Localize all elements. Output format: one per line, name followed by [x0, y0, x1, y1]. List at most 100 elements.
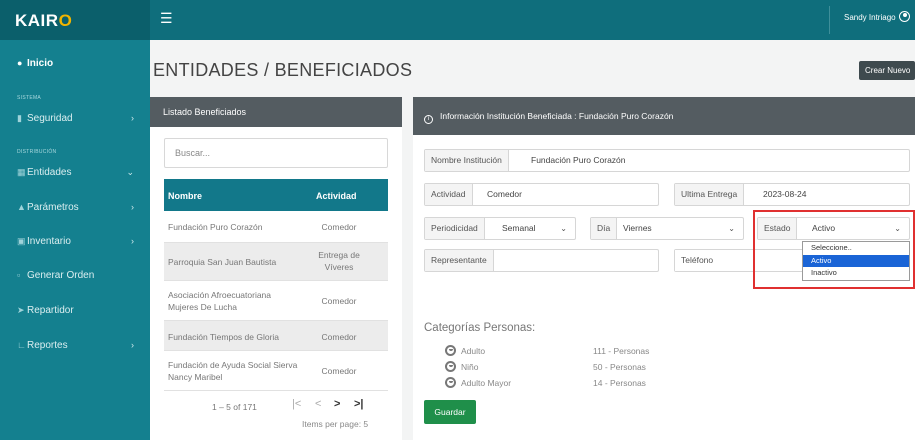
sliders-icon: ▲ — [17, 202, 26, 212]
sidebar-section-distribucion: DISTRIBUCIÓN — [17, 149, 57, 155]
brand-accent: O — [58, 11, 73, 30]
field-value: Comedor — [487, 189, 522, 199]
box-icon: ▣ — [17, 236, 26, 246]
user-name[interactable]: Sandy Intriago — [844, 13, 896, 22]
chevron-right-icon: › — [131, 113, 134, 123]
detail-panel-title: i Información Institución Beneficiada : F… — [413, 97, 915, 135]
detail-title-text: Información Institución Beneficiada : Fu… — [440, 111, 674, 121]
field-label: Teléfono — [675, 250, 720, 271]
sidebar-item-label: Repartidor — [27, 305, 74, 316]
chevron-down-icon: ⌄ — [560, 224, 567, 233]
save-button[interactable]: Guardar — [424, 400, 476, 424]
last-delivery-field[interactable]: Ultima Entrega 2023-08-24 — [674, 183, 910, 206]
sidebar-section-sistema: SISTEMA — [17, 95, 42, 101]
day-select[interactable]: Día Viernes ⌄ — [590, 217, 744, 240]
person-icon — [445, 377, 456, 388]
row-name: Parroquia San Juan Bautista — [168, 257, 277, 267]
page-range: 1 – 5 of 171 — [212, 402, 257, 412]
row-activity: Entrega de Víveres — [318, 250, 360, 272]
chevron-down-icon: ⌄ — [728, 224, 735, 233]
chevron-down-icon: ⌄ — [126, 167, 134, 177]
field-label: Periodicidad — [425, 218, 485, 239]
list-panel-title: Listado Beneficiados — [150, 97, 402, 127]
sidebar-item-parametros[interactable]: ▲Parámetros › — [0, 196, 150, 218]
categories-title: Categorías Personas: — [424, 322, 536, 334]
field-label: Día — [591, 218, 618, 239]
page-title: ENTIDADES / BENEFICIADOS — [153, 60, 413, 80]
table-row[interactable]: Parroquia San Juan Bautista Entrega de V… — [164, 243, 388, 281]
row-activity: Comedor — [321, 222, 357, 232]
category-name: Adulto — [461, 346, 486, 356]
chevron-right-icon: › — [131, 236, 134, 246]
row-activity: Comedor — [321, 366, 357, 376]
sidebar-item-label: Inventario — [27, 236, 71, 247]
representative-field[interactable]: Representante — [424, 249, 659, 272]
sidebar-item-reportes[interactable]: ∟Reportes › — [0, 334, 150, 356]
beneficiaries-list-panel: Listado Beneficiados Buscar... Nombre Ac… — [150, 97, 402, 440]
category-count: 50 - Personas — [593, 362, 646, 372]
status-option-inactivo[interactable]: Inactivo — [803, 267, 909, 279]
sidebar-item-generar-orden[interactable]: ▫ Generar Orden — [0, 264, 150, 286]
category-name: Adulto Mayor — [461, 378, 512, 388]
items-per-page: Items per page: 5 — [302, 419, 369, 429]
sidebar-item-repartidor[interactable]: ➤ Repartidor — [0, 299, 150, 321]
row-name: Fundación Tiempos de Gloria — [168, 332, 280, 342]
table-row[interactable]: Fundación de Ayuda Social Sierva Nancy M… — [164, 351, 388, 391]
sidebar-item-label: Inicio — [27, 58, 54, 69]
hamburger-icon[interactable]: ☰ — [160, 10, 173, 27]
top-bar: KAIRO ☰ Sandy Intriago — [0, 0, 915, 40]
first-page-button[interactable]: |< — [292, 398, 301, 410]
column-header-name[interactable]: Nombre — [168, 191, 202, 201]
sidebar-item-seguridad[interactable]: ▮ Seguridad › — [0, 107, 150, 129]
brand-text: KAIR — [15, 11, 59, 30]
status-option-activo[interactable]: Activo — [803, 255, 909, 267]
person-icon — [445, 345, 456, 356]
table-row[interactable]: Fundación Puro Corazón Comedor — [164, 211, 388, 243]
row-name: Asociación Afroecuatoriana Mujeres De Lu… — [168, 290, 272, 312]
category-count: 14 - Personas — [593, 378, 646, 388]
send-icon: ➤ — [17, 305, 25, 315]
next-page-button[interactable]: > — [334, 398, 340, 410]
institution-name-field[interactable]: Nombre Institución Fundación Puro Corazó… — [424, 149, 910, 172]
cart-icon: ▫ — [17, 270, 21, 280]
sidebar-item-label: Generar Orden — [27, 270, 95, 281]
field-value: Viernes — [623, 223, 652, 233]
row-name: Fundación Puro Corazón — [168, 222, 263, 232]
info-icon: i — [424, 115, 433, 124]
row-activity: Comedor — [321, 332, 357, 342]
field-label: Nombre Institución — [425, 150, 509, 171]
brand-logo[interactable]: KAIRO — [0, 0, 150, 40]
home-icon: ● — [17, 58, 23, 68]
table-row[interactable]: Asociación Afroecuatoriana Mujeres De Lu… — [164, 281, 388, 321]
chart-icon: ∟ — [17, 340, 26, 350]
prev-page-button[interactable]: < — [315, 398, 321, 410]
user-circle-icon[interactable] — [899, 11, 910, 22]
sidebar-item-entidades[interactable]: ▦Entidades ⌄ — [0, 161, 150, 183]
periodicity-select[interactable]: Periodicidad Semanal ⌄ — [424, 217, 576, 240]
last-page-button[interactable]: >| — [354, 398, 364, 410]
field-label: Ultima Entrega — [675, 184, 745, 205]
table-row[interactable]: Fundación Tiempos de Gloria Comedor — [164, 321, 388, 351]
field-value: Fundación Puro Corazón — [531, 155, 626, 165]
field-label: Actividad — [425, 184, 473, 205]
sidebar-item-inicio[interactable]: ● Inicio — [0, 52, 150, 74]
sidebar-item-inventario[interactable]: ▣Inventario › — [0, 230, 150, 252]
building-icon: ▦ — [17, 167, 26, 177]
category-name: Niño — [461, 362, 479, 372]
status-option-placeholder[interactable]: Seleccione.. — [803, 242, 909, 254]
sidebar: ● Inicio SISTEMA ▮ Seguridad › DISTRIBUCIÓ… — [0, 40, 150, 440]
sidebar-item-label: Entidades — [27, 167, 72, 178]
activity-field[interactable]: Actividad Comedor — [424, 183, 659, 206]
row-name: Fundación de Ayuda Social Sierva Nancy M… — [168, 360, 298, 382]
sidebar-item-label: Reportes — [27, 340, 68, 351]
field-value: 2023-08-24 — [763, 189, 807, 199]
search-input[interactable]: Buscar... — [164, 138, 388, 168]
create-new-button[interactable]: Crear Nuevo — [859, 61, 915, 80]
person-icon — [445, 361, 456, 372]
sidebar-item-label: Parámetros — [27, 202, 79, 213]
field-value: Semanal — [502, 223, 536, 233]
field-label: Representante — [425, 250, 494, 271]
status-dropdown-list: Seleccione.. Activo Inactivo — [802, 241, 910, 281]
divider — [829, 6, 830, 34]
column-header-activity[interactable]: Actividad — [316, 191, 357, 201]
